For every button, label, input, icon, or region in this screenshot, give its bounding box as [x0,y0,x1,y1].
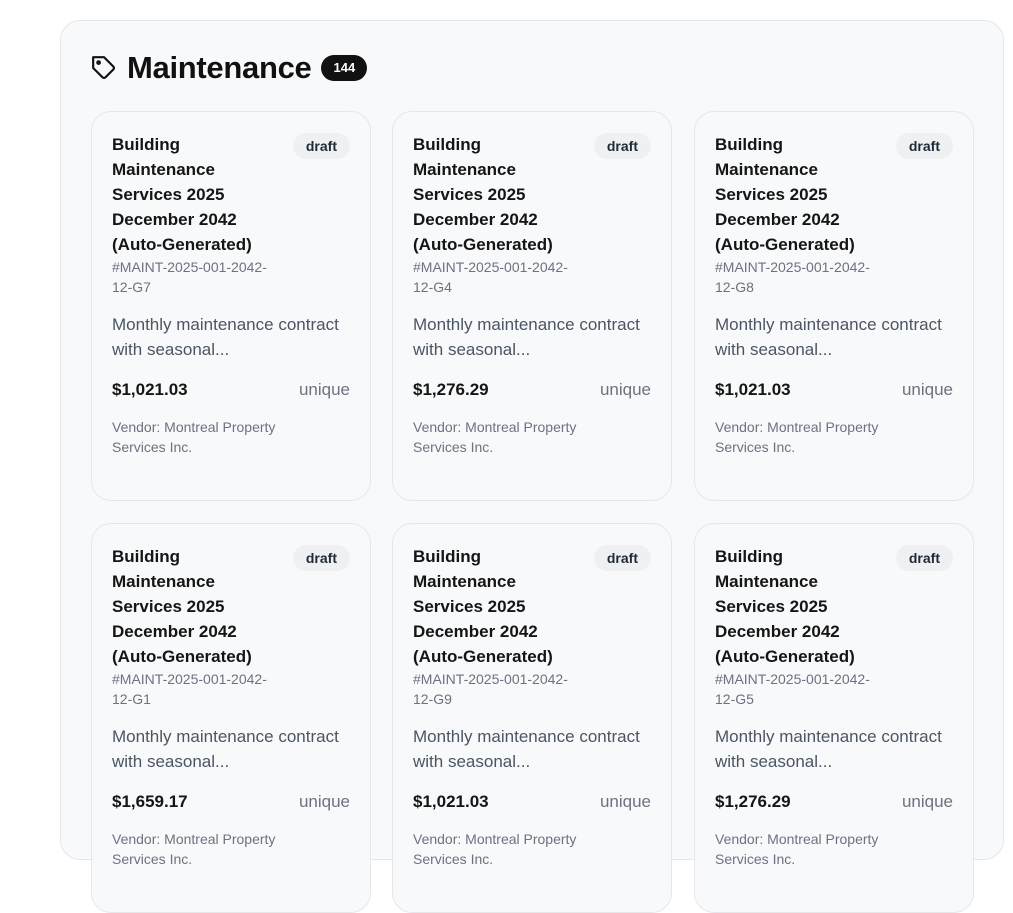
status-badge: draft [593,545,651,571]
card-price: $1,276.29 [715,792,791,811]
status-badge: draft [292,545,350,571]
card-vendor: Vendor: Montreal Property Services Inc. [715,831,879,867]
card-code: #MAINT-2025-001-2042-12-G9 [413,671,568,707]
card-description: Monthly maintenance contract with season… [413,727,640,771]
card-code: #MAINT-2025-001-2042-12-G1 [112,671,267,707]
contract-card[interactable]: Building Maintenance Services 2025 Decem… [392,523,672,913]
card-description: Monthly maintenance contract with season… [715,727,942,771]
card-title: Building Maintenance Services 2025 Decem… [112,547,252,666]
card-type: unique [298,380,350,399]
card-price: $1,021.03 [112,380,188,399]
contract-card[interactable]: Building Maintenance Services 2025 Decem… [694,523,974,913]
card-type: unique [901,792,953,811]
card-vendor: Vendor: Montreal Property Services Inc. [413,419,577,455]
card-description: Monthly maintenance contract with season… [715,315,942,359]
card-code: #MAINT-2025-001-2042-12-G8 [715,259,870,295]
contract-card[interactable]: Building Maintenance Services 2025 Decem… [694,111,974,501]
status-badge: draft [593,133,651,159]
card-vendor: Vendor: Montreal Property Services Inc. [413,831,577,867]
section-header: Maintenance 144 [91,50,368,85]
section-title: Maintenance [127,50,312,85]
card-price: $1,021.03 [413,792,489,811]
card-title: Building Maintenance Services 2025 Decem… [715,547,855,666]
card-description: Monthly maintenance contract with season… [112,315,339,359]
card-type: unique [599,380,651,399]
card-code: #MAINT-2025-001-2042-12-G7 [112,259,267,295]
card-title: Building Maintenance Services 2025 Decem… [413,547,553,666]
card-description: Monthly maintenance contract with season… [112,727,339,771]
card-price: $1,276.29 [413,380,489,399]
card-type: unique [298,792,350,811]
card-description: Monthly maintenance contract with season… [413,315,640,359]
card-type: unique [599,792,651,811]
card-code: #MAINT-2025-001-2042-12-G4 [413,259,568,295]
contract-card[interactable]: Building Maintenance Services 2025 Decem… [91,111,371,501]
card-vendor: Vendor: Montreal Property Services Inc. [112,831,276,867]
card-price: $1,659.17 [112,792,188,811]
status-badge: draft [292,133,350,159]
maintenance-section: Maintenance 144 Building Maintenance Ser… [60,20,1004,913]
card-title: Building Maintenance Services 2025 Decem… [413,135,553,254]
card-vendor: Vendor: Montreal Property Services Inc. [715,419,879,455]
card-title: Building Maintenance Services 2025 Decem… [112,135,252,254]
card-price: $1,021.03 [715,380,791,399]
status-badge: draft [895,545,953,571]
contract-card[interactable]: Building Maintenance Services 2025 Decem… [392,111,672,501]
card-title: Building Maintenance Services 2025 Decem… [715,135,855,254]
status-badge: draft [895,133,953,159]
card-code: #MAINT-2025-001-2042-12-G5 [715,671,870,707]
count-badge: 144 [321,55,368,81]
card-vendor: Vendor: Montreal Property Services Inc. [112,419,276,455]
contract-card[interactable]: Building Maintenance Services 2025 Decem… [91,523,371,913]
card-type: unique [901,380,953,399]
tag-icon [91,55,117,81]
